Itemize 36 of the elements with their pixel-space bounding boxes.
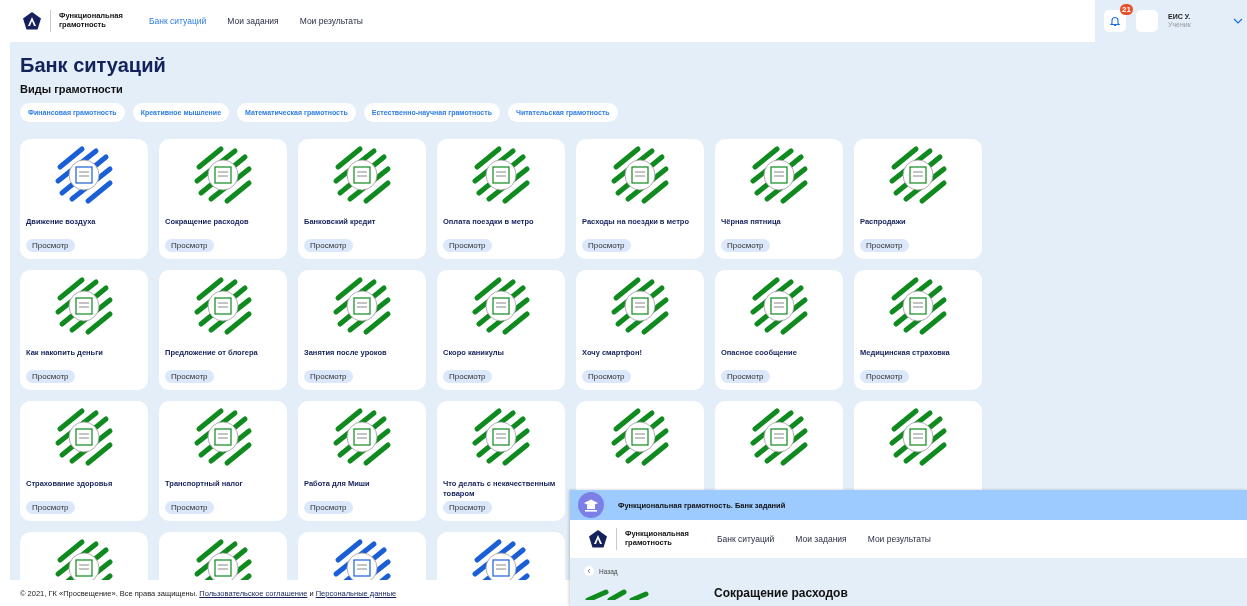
view-button[interactable]: Просмотр [721, 239, 770, 252]
back-arrow-icon [584, 566, 594, 576]
logo-icon [588, 529, 608, 549]
graduation-cap-icon [578, 492, 604, 518]
page-title: Банк ситуаций [20, 54, 167, 77]
section-title: Виды грамотности [20, 83, 124, 95]
nav-link[interactable]: Банк ситуаций [717, 534, 775, 544]
view-button[interactable]: Просмотр [165, 501, 214, 514]
nav-link[interactable]: Мои задания [227, 16, 279, 26]
view-button[interactable]: Просмотр [860, 370, 909, 383]
view-button[interactable]: Просмотр [304, 501, 353, 514]
view-button[interactable]: Просмотр [582, 239, 631, 252]
notification-count: 21 [1120, 4, 1133, 15]
bell-icon [1109, 15, 1121, 27]
view-button[interactable]: Просмотр [165, 239, 214, 252]
view-button[interactable]: Просмотр [443, 501, 492, 514]
notifications-button[interactable] [1104, 10, 1126, 32]
view-button[interactable]: Просмотр [721, 370, 770, 383]
nav-link[interactable]: Банк ситуаций [149, 16, 207, 26]
view-button[interactable]: Просмотр [304, 239, 353, 252]
nav-link[interactable]: Мои результаты [867, 534, 931, 544]
view-button[interactable]: Просмотр [443, 239, 492, 252]
view-button[interactable]: Просмотр [304, 370, 353, 383]
view-button[interactable]: Просмотр [443, 370, 492, 383]
logo-icon [22, 11, 42, 31]
avatar [1136, 10, 1158, 32]
nav-link[interactable]: Мои результаты [299, 16, 363, 26]
chevron-down-icon[interactable] [1233, 18, 1243, 24]
nav-link[interactable]: Мои задания [795, 534, 847, 544]
view-button[interactable]: Просмотр [26, 501, 75, 514]
view-button[interactable]: Просмотр [860, 239, 909, 252]
view-button[interactable]: Просмотр [26, 239, 75, 252]
view-button[interactable]: Просмотр [165, 370, 214, 383]
view-button[interactable]: Просмотр [26, 370, 75, 383]
view-button[interactable]: Просмотр [582, 370, 631, 383]
page-title: Сокращение расходов [714, 586, 848, 600]
